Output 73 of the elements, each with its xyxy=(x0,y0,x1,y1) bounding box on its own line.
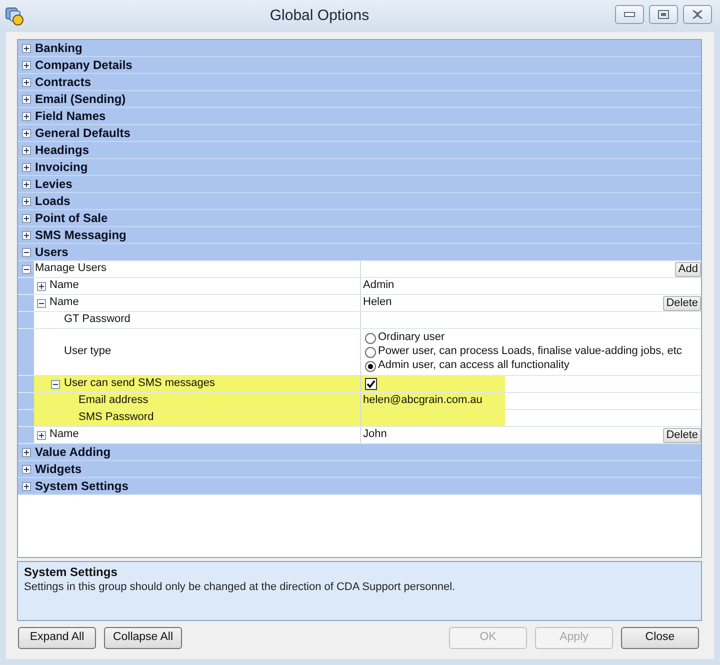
property-label: User type xyxy=(64,345,112,359)
minus-box-icon[interactable] xyxy=(36,298,46,308)
category-header[interactable]: Email (Sending) xyxy=(18,91,701,108)
category-header[interactable]: Banking xyxy=(18,40,701,57)
property-label: User can send SMS messages xyxy=(64,377,216,391)
close-icon xyxy=(692,10,703,19)
property-label: Manage Users xyxy=(35,262,107,276)
category-header[interactable]: Field Names xyxy=(18,108,701,125)
category-header[interactable]: Company Details xyxy=(18,57,701,74)
maximize-icon xyxy=(658,10,669,19)
category-header[interactable]: Users xyxy=(18,244,701,261)
radio-option[interactable]: Ordinary user xyxy=(363,331,682,345)
plus-box-icon[interactable] xyxy=(22,94,31,104)
plus-box-icon[interactable] xyxy=(22,482,31,490)
minus-box-icon[interactable] xyxy=(51,380,60,388)
property-label: Name xyxy=(50,279,79,293)
dialog-button[interactable]: Expand All xyxy=(18,627,96,649)
minimize-button[interactable] xyxy=(615,5,644,24)
plus-box-icon[interactable] xyxy=(22,162,31,172)
category-header[interactable]: Invoicing xyxy=(18,159,701,176)
plus-box-icon[interactable] xyxy=(22,128,31,138)
plus-box-icon[interactable] xyxy=(22,448,31,456)
category-header[interactable]: Levies xyxy=(18,176,701,193)
category-header[interactable]: Point of Sale xyxy=(18,210,701,227)
category-header[interactable]: Contracts xyxy=(18,74,701,91)
minimize-icon xyxy=(624,12,635,17)
property-label: SMS Password xyxy=(78,411,154,425)
property-label: Email address xyxy=(78,394,148,408)
value-field[interactable]: helen@abcgrain.com.au xyxy=(363,393,701,409)
radio-option[interactable]: Admin user, can access all functionality xyxy=(363,359,682,373)
plus-box-icon[interactable] xyxy=(22,214,31,222)
plus-box-icon[interactable] xyxy=(22,146,31,154)
radio-circle-icon[interactable] xyxy=(365,332,376,344)
property-label: GT Password xyxy=(64,313,130,327)
close-button[interactable] xyxy=(683,5,712,24)
window-title: Global Options xyxy=(270,7,370,25)
plus-box-icon[interactable] xyxy=(22,112,31,120)
plus-box-icon[interactable] xyxy=(22,180,31,188)
plus-box-icon[interactable] xyxy=(22,44,31,52)
action-button[interactable]: Delete xyxy=(663,296,701,310)
plus-box-icon[interactable] xyxy=(36,282,46,290)
plus-box-icon[interactable] xyxy=(22,196,31,206)
checkbox[interactable] xyxy=(365,378,377,390)
category-header[interactable]: Loads xyxy=(18,193,701,210)
dialog-button[interactable]: Collapse All xyxy=(104,627,182,649)
radio-circle-icon[interactable] xyxy=(365,346,376,358)
plus-box-icon[interactable] xyxy=(22,230,31,240)
radio-option[interactable]: Power user, can process Loads, finalise value-adding jobs, etc xyxy=(363,345,682,359)
description-text: Settings in this group should only be changed at the direction of CDA Support personnel. xyxy=(24,581,456,595)
radio-circle-icon[interactable] xyxy=(365,360,376,372)
action-button[interactable]: Delete xyxy=(663,428,701,442)
value-field[interactable]: Admin xyxy=(363,278,701,294)
dialog-button[interactable]: Close xyxy=(621,627,699,649)
plus-box-icon[interactable] xyxy=(22,60,31,70)
property-label: Name xyxy=(50,296,79,310)
category-header[interactable]: General Defaults xyxy=(18,125,701,142)
category-header[interactable]: Headings xyxy=(18,142,701,159)
plus-box-icon[interactable] xyxy=(22,464,31,474)
category-header[interactable]: SMS Messaging xyxy=(18,227,701,244)
value-field[interactable]: Helen xyxy=(363,295,664,311)
app-icon xyxy=(4,6,24,26)
property-label: Name xyxy=(50,428,79,442)
description-title: System Settings xyxy=(24,565,118,580)
plus-box-icon[interactable] xyxy=(36,430,46,440)
category-header[interactable]: Value Adding xyxy=(18,444,701,461)
minus-box-icon[interactable] xyxy=(22,264,31,274)
action-button[interactable]: Add xyxy=(675,262,701,276)
category-header[interactable]: System Settings xyxy=(18,478,701,495)
plus-box-icon[interactable] xyxy=(22,78,31,86)
minus-box-icon[interactable] xyxy=(22,248,31,256)
category-header[interactable]: Widgets xyxy=(18,461,701,478)
maximize-button[interactable] xyxy=(649,5,678,24)
value-field[interactable]: John xyxy=(363,427,664,443)
